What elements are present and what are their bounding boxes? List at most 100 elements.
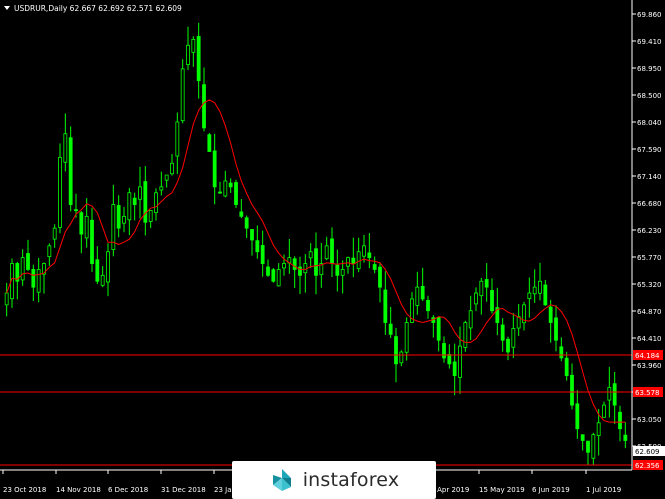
time-tick-label: 14 Nov 2018	[56, 486, 101, 494]
candle-body	[436, 316, 441, 341]
candle-body	[570, 374, 574, 406]
time-tick-label: 15 May 2019	[479, 486, 525, 494]
candle-body	[399, 351, 404, 364]
candle-body	[191, 38, 196, 53]
candle-body	[479, 280, 484, 297]
candle-body	[367, 252, 372, 259]
candle-body	[340, 269, 345, 276]
candle-body	[346, 257, 350, 267]
candle-body	[351, 257, 356, 264]
candle-body	[362, 245, 366, 257]
triangle-down-icon[interactable]	[4, 6, 10, 10]
candle-body	[74, 209, 78, 212]
candle-body	[324, 245, 329, 260]
candle-body	[580, 434, 585, 441]
price-tick-label: 69.410	[637, 38, 662, 46]
candle-body	[500, 324, 505, 341]
candle-body	[164, 174, 169, 181]
candle-body	[47, 245, 52, 258]
candle-body	[95, 259, 100, 282]
candle-body	[420, 285, 425, 300]
time-tick-label: 1 Jul 2019	[586, 486, 621, 494]
time-tick-label: 6 Jun 2019	[532, 486, 570, 494]
candle-body	[554, 317, 558, 341]
candle-body	[607, 387, 612, 401]
time-tick-label: 31 Dec 2018	[161, 486, 206, 494]
price-tick-label: 68.950	[637, 65, 662, 73]
candle-body	[602, 404, 606, 418]
candle-body	[138, 186, 142, 200]
candle-body	[388, 323, 393, 335]
candle-body	[218, 191, 222, 194]
candle-body	[100, 274, 105, 286]
candle-body	[442, 343, 446, 359]
price-tick-label: 65.320	[637, 281, 662, 289]
candle-body	[612, 383, 617, 406]
candle-body	[452, 361, 457, 377]
level-label: 62.356	[635, 462, 660, 470]
candle-body	[378, 266, 382, 288]
candle-body	[250, 229, 254, 241]
candle-body	[207, 134, 212, 152]
candle-body	[79, 212, 84, 235]
candle-body	[148, 210, 153, 222]
candle-body	[4, 292, 9, 306]
candle-body	[527, 292, 532, 300]
candle-body	[159, 186, 164, 191]
candle-body	[618, 411, 622, 430]
candle-body	[271, 269, 276, 282]
candle-body	[511, 328, 516, 348]
logo-text: instaforex	[302, 469, 400, 491]
level-label: 64.184	[635, 352, 660, 360]
candle-body	[372, 264, 377, 270]
candle-body	[223, 180, 228, 197]
price-tick-label: 66.230	[637, 227, 662, 235]
candle-body	[394, 336, 398, 365]
candle-body	[404, 322, 409, 353]
level-lines-layer	[0, 354, 632, 466]
candle-body	[239, 211, 244, 217]
candle-body	[36, 269, 41, 293]
price-tick-label: 67.140	[637, 173, 662, 181]
candle-body	[63, 133, 68, 163]
instaforex-logo: instaforex	[232, 461, 436, 499]
price-tick-label: 67.590	[637, 146, 662, 154]
candle-body	[186, 44, 190, 65]
candle-body	[447, 354, 452, 365]
price-tick-label: 68.500	[637, 92, 662, 100]
instaforex-logo-icon	[272, 469, 291, 491]
price-axis: 69.860 69.410 68.950 68.500 68.040 67.590 67.1…	[632, 11, 662, 451]
price-chart[interactable]: 69.860 69.410 68.950 68.500 68.040 67.590 67.1…	[0, 0, 665, 499]
candle-body	[212, 150, 217, 188]
candle-body	[330, 238, 334, 264]
candle-body	[458, 345, 462, 378]
candle-body	[202, 84, 206, 129]
price-tick-label: 63.050	[637, 416, 662, 424]
candle-body	[255, 240, 260, 253]
candle-body	[543, 284, 548, 306]
chart-title[interactable]: USDRUR,Daily 62.667 62.692 62.571 62.609	[4, 4, 182, 13]
candle-body	[20, 257, 25, 281]
candle-body	[308, 251, 313, 259]
level-label: 63.578	[635, 389, 660, 397]
candle-body	[623, 434, 628, 441]
candle-body	[564, 357, 569, 377]
candle-body	[154, 192, 158, 213]
candle-body	[415, 286, 420, 306]
current-price-tag: 62.609	[633, 446, 665, 456]
candle-body	[506, 338, 510, 353]
price-tick-label: 64.410	[637, 335, 662, 343]
candle-body	[468, 310, 473, 329]
candle-body	[106, 251, 110, 283]
price-tick-label: 66.680	[637, 200, 662, 208]
candle-body	[314, 248, 318, 276]
time-tick-label: 23 Oct 2018	[3, 486, 46, 494]
candle-body	[180, 68, 185, 122]
price-tick-label: 68.040	[637, 119, 662, 127]
candle-body	[596, 422, 601, 437]
candle-body	[266, 266, 270, 276]
candle-body	[244, 217, 249, 229]
candle-body	[228, 182, 233, 188]
candle-body	[559, 346, 564, 359]
price-tick-label: 64.870	[637, 308, 662, 316]
